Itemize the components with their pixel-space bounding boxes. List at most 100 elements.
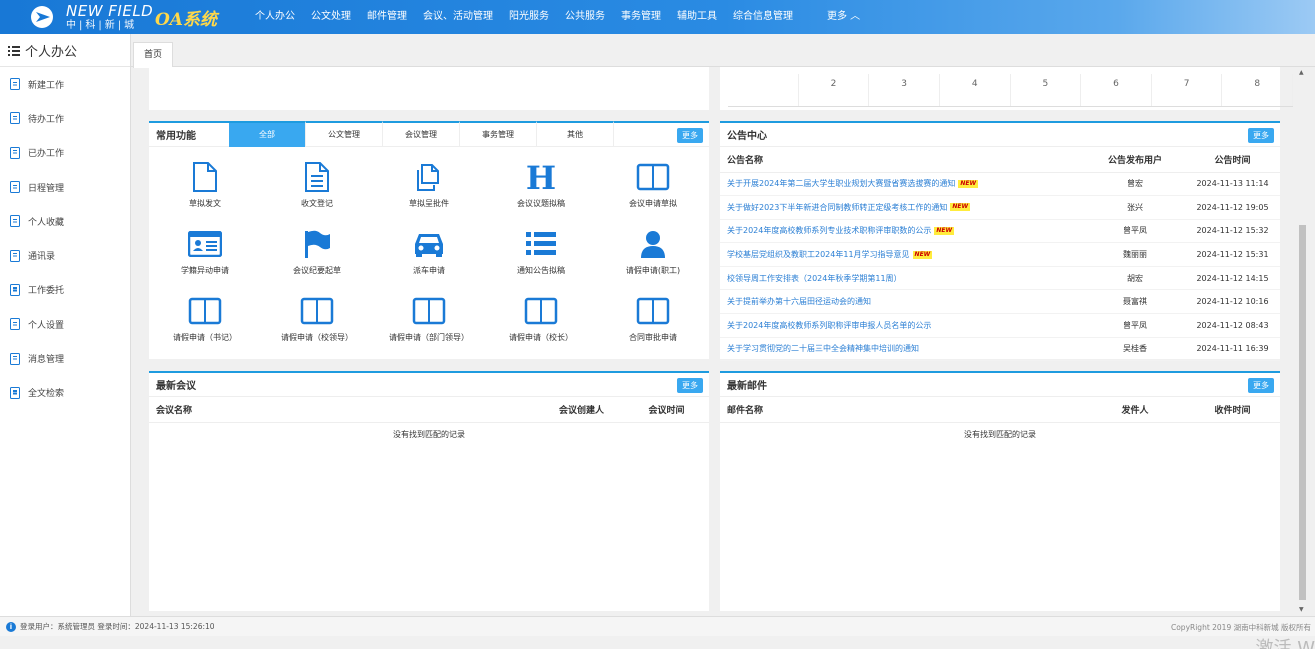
- col-announcement-time: 公告时间: [1185, 147, 1280, 173]
- announcement-link[interactable]: 关于2024年度高校教师系列专业技术职称评审职数的公示 NEW: [720, 219, 1085, 244]
- announcement-more-button[interactable]: 更多: [1248, 128, 1274, 143]
- nav-more[interactable]: 更多 ︿: [819, 0, 868, 34]
- sidebar-item-4[interactable]: 个人收藏: [0, 204, 130, 238]
- announcement-link[interactable]: 关于开展2024年第二届大学生职业规划大赛暨省赛选拔赛的通知 NEW: [720, 172, 1085, 197]
- sidebar-item-8[interactable]: 消息管理: [0, 341, 130, 375]
- calendar-day[interactable]: 2: [799, 74, 870, 106]
- col-meeting-time: 会议时间: [624, 397, 709, 423]
- meetings-more-button[interactable]: 更多: [677, 378, 703, 393]
- scroll-up-icon[interactable]: ▲: [1299, 69, 1304, 76]
- function-item[interactable]: 学籍异动申请: [149, 216, 261, 283]
- announcement-user: 聂富祺: [1085, 289, 1185, 315]
- function-item[interactable]: 草拟呈批件: [373, 149, 485, 216]
- scroll-thumb[interactable]: [1299, 225, 1306, 600]
- function-tab-4[interactable]: 其他: [537, 121, 614, 147]
- mails-panel: 最新邮件 更多 邮件名称 发件人 收件时间 没有找到匹配的记录: [720, 371, 1280, 611]
- meetings-title: 最新会议: [156, 381, 196, 392]
- nav-item-3[interactable]: 会议、活动管理: [415, 0, 501, 34]
- announcement-name[interactable]: 校领导周工作安排表（2024年秋季学期第11周）: [727, 274, 902, 283]
- sidebar-item-3[interactable]: 日程管理: [0, 170, 130, 204]
- document-icon: [188, 161, 222, 193]
- sidebar-item-label: 消息管理: [28, 355, 65, 366]
- sidebar-item-7[interactable]: 个人设置: [0, 307, 130, 341]
- function-tab-1[interactable]: 公文管理: [306, 121, 383, 147]
- function-item[interactable]: 请假申请（校长）: [485, 283, 597, 350]
- function-item[interactable]: H 会议议题拟稿: [485, 149, 597, 216]
- function-item[interactable]: 草拟发文: [149, 149, 261, 216]
- announcement-link[interactable]: 关于做好2023下半年新进合同制教师转正定级考核工作的通知 NEW: [720, 195, 1085, 220]
- calendar-day[interactable]: 4: [940, 74, 1011, 106]
- calendar-day[interactable]: 3: [869, 74, 940, 106]
- announcement-user: 张兴: [1085, 195, 1185, 220]
- scroll-down-icon[interactable]: ▼: [1299, 606, 1304, 613]
- calendar-day[interactable]: 5: [1011, 74, 1082, 106]
- sidebar-item-6[interactable]: 工作委托: [0, 273, 130, 307]
- table-row[interactable]: 关于提前举办第十六届田径运动会的通知 聂富祺 2024-11-12 10:16: [720, 289, 1280, 315]
- sidebar-item-9[interactable]: 全文检索: [0, 376, 130, 410]
- sidebar-header[interactable]: 个人办公: [0, 34, 130, 67]
- menu-list-icon: [8, 45, 20, 56]
- table-row[interactable]: 学校基层党组织及教职工2024年11月学习指导意见 NEW 魏丽丽 2024-11-1…: [720, 242, 1280, 267]
- nav-item-2[interactable]: 邮件管理: [359, 0, 415, 34]
- function-item[interactable]: 通知公告拟稿: [485, 216, 597, 283]
- sidebar-item-2[interactable]: 已办工作: [0, 136, 130, 170]
- announcement-link[interactable]: 关于提前举办第十六届田径运动会的通知: [720, 289, 1085, 315]
- table-row[interactable]: 关于学习贯彻党的二十届三中全会精神集中培训的通知 吴桂香 2024-11-11 16…: [720, 337, 1280, 362]
- announcement-link[interactable]: 学校基层党组织及教职工2024年11月学习指导意见 NEW: [720, 242, 1085, 267]
- function-item[interactable]: 会议申请草拟: [597, 149, 709, 216]
- common-functions-more-button[interactable]: 更多: [677, 128, 703, 143]
- function-tab-3[interactable]: 事务管理: [460, 121, 537, 147]
- function-item[interactable]: 请假申请（书记）: [149, 283, 261, 350]
- calendar-day[interactable]: 6: [1081, 74, 1152, 106]
- nav-item-6[interactable]: 事务管理: [613, 0, 669, 34]
- flag-icon: [300, 228, 334, 260]
- nav-item-4[interactable]: 阳光服务: [501, 0, 557, 34]
- table-row[interactable]: 关于做好2023下半年新进合同制教师转正定级考核工作的通知 NEW 张兴 2024-1…: [720, 195, 1280, 220]
- announcement-name[interactable]: 关于做好2023下半年新进合同制教师转正定级考核工作的通知: [727, 203, 947, 212]
- columns-icon: [636, 161, 670, 193]
- announcement-link[interactable]: 关于学习贯彻党的二十届三中全会精神集中培训的通知: [720, 337, 1085, 362]
- calendar-day[interactable]: 8: [1222, 74, 1293, 106]
- calendar-day[interactable]: [728, 74, 799, 106]
- table-row[interactable]: 关于开展2024年第二届大学生职业规划大赛暨省赛选拔赛的通知 NEW 曾宏 2024-…: [720, 172, 1280, 197]
- nav-item-8[interactable]: 综合信息管理: [725, 0, 801, 34]
- nav-item-7[interactable]: 辅助工具: [669, 0, 725, 34]
- announcement-name[interactable]: 关于学习贯彻党的二十届三中全会精神集中培训的通知: [727, 344, 919, 353]
- function-item[interactable]: 合同审批申请: [597, 283, 709, 350]
- sidebar-item-5[interactable]: 通讯录: [0, 238, 130, 272]
- tab-home[interactable]: 首页: [133, 42, 173, 68]
- function-item[interactable]: 派车申请: [373, 216, 485, 283]
- user-icon: [636, 228, 670, 260]
- nav-item-5[interactable]: 公共服务: [557, 0, 613, 34]
- function-item[interactable]: 会议纪要起草: [261, 216, 373, 283]
- announcement-link[interactable]: 关于2024年度高校教师系列职称评审申报人员名单的公示: [720, 313, 1085, 338]
- table-row[interactable]: 关于2024年度高校教师系列职称评审申报人员名单的公示 曾平凤 2024-11-12…: [720, 313, 1280, 338]
- logo-mark-icon: [30, 5, 58, 29]
- calendar-day[interactable]: 7: [1152, 74, 1223, 106]
- announcement-name[interactable]: 关于提前举办第十六届田径运动会的通知: [727, 297, 871, 306]
- function-item[interactable]: 收文登记: [261, 149, 373, 216]
- content-scrollbar[interactable]: ▲ ▼: [1297, 67, 1308, 616]
- table-row[interactable]: 校领导周工作安排表（2024年秋季学期第11周） 胡宏 2024-11-12 14:…: [720, 266, 1280, 291]
- function-item[interactable]: 请假申请（校领导）: [261, 283, 373, 350]
- function-tab-0[interactable]: 全部: [229, 121, 306, 147]
- function-item[interactable]: 请假申请(职工): [597, 216, 709, 283]
- nav-item-0[interactable]: 个人办公: [247, 0, 303, 34]
- table-row[interactable]: 关于2024年度高校教师系列专业技术职称评审职数的公示 NEW 曾平凤 2024-11…: [720, 219, 1280, 244]
- announcement-user: 曾平凤: [1085, 219, 1185, 244]
- sidebar-item-0[interactable]: 新建工作: [0, 67, 130, 101]
- sidebar-item-1[interactable]: 待办工作: [0, 101, 130, 135]
- sidebar-item-label: 工作委托: [28, 286, 65, 297]
- function-tab-2[interactable]: 会议管理: [383, 121, 460, 147]
- announcement-name[interactable]: 关于2024年度高校教师系列专业技术职称评审职数的公示: [727, 226, 931, 235]
- announcement-user: 曾宏: [1085, 172, 1185, 197]
- announcement-name[interactable]: 关于2024年度高校教师系列职称评审申报人员名单的公示: [727, 321, 931, 330]
- announcement-name[interactable]: 关于开展2024年第二届大学生职业规划大赛暨省赛选拔赛的通知: [727, 179, 955, 188]
- nav-item-1[interactable]: 公文处理: [303, 0, 359, 34]
- announcement-time: 2024-11-13 11:14: [1185, 172, 1280, 197]
- mails-more-button[interactable]: 更多: [1248, 378, 1274, 393]
- announcement-name[interactable]: 学校基层党组织及教职工2024年11月学习指导意见: [727, 250, 910, 259]
- function-item[interactable]: 请假申请（部门领导）: [373, 283, 485, 350]
- announcement-link[interactable]: 校领导周工作安排表（2024年秋季学期第11周）: [720, 266, 1085, 291]
- document-icon: [10, 352, 20, 365]
